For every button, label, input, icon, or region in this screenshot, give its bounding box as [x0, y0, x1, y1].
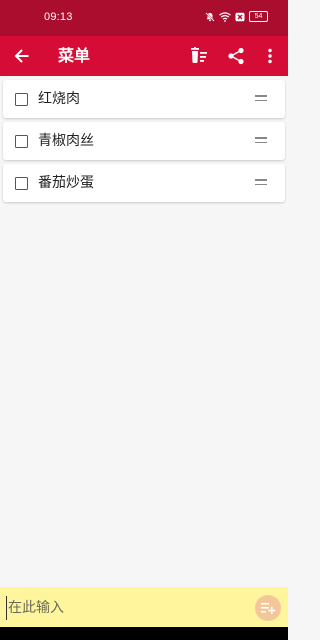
item-checkbox[interactable] — [15, 177, 28, 190]
status-icons: 54 — [205, 11, 268, 22]
wifi-icon — [219, 11, 231, 22]
checklist: 红烧肉 青椒肉丝 番茄炒蛋 — [3, 80, 285, 206]
item-label: 青椒肉丝 — [38, 133, 94, 149]
playlist-add-icon — [261, 603, 276, 614]
system-nav-bar — [0, 627, 288, 640]
status-time: 09:13 — [44, 11, 73, 23]
drag-handle-icon[interactable] — [255, 179, 267, 186]
delete-checked-icon — [191, 47, 207, 63]
arrow-back-icon — [14, 49, 29, 63]
list-item[interactable]: 番茄炒蛋 — [3, 164, 285, 202]
sim-x-icon — [235, 12, 245, 21]
list-item[interactable]: 红烧肉 — [3, 80, 285, 118]
item-label: 番茄炒蛋 — [38, 175, 94, 191]
drag-handle-icon[interactable] — [255, 95, 267, 102]
new-item-bar — [0, 587, 288, 627]
item-checkbox[interactable] — [15, 93, 28, 106]
back-button[interactable] — [10, 44, 34, 68]
share-button[interactable] — [224, 44, 248, 68]
add-item-button[interactable] — [255, 595, 281, 621]
item-label: 红烧肉 — [38, 91, 80, 107]
app-bar: 菜单 — [0, 36, 288, 76]
drag-handle-icon[interactable] — [255, 137, 267, 144]
more-options-button[interactable] — [258, 44, 282, 68]
share-icon — [228, 47, 244, 65]
new-item-input[interactable] — [6, 596, 240, 620]
item-checkbox[interactable] — [15, 135, 28, 148]
status-bar: 09:13 54 — [0, 0, 288, 36]
battery-icon: 54 — [249, 11, 268, 22]
list-item[interactable]: 青椒肉丝 — [3, 122, 285, 160]
more-vert-icon — [268, 48, 272, 64]
page-title: 菜单 — [58, 46, 91, 65]
mute-icon — [205, 11, 215, 22]
delete-checked-button[interactable] — [187, 44, 211, 68]
